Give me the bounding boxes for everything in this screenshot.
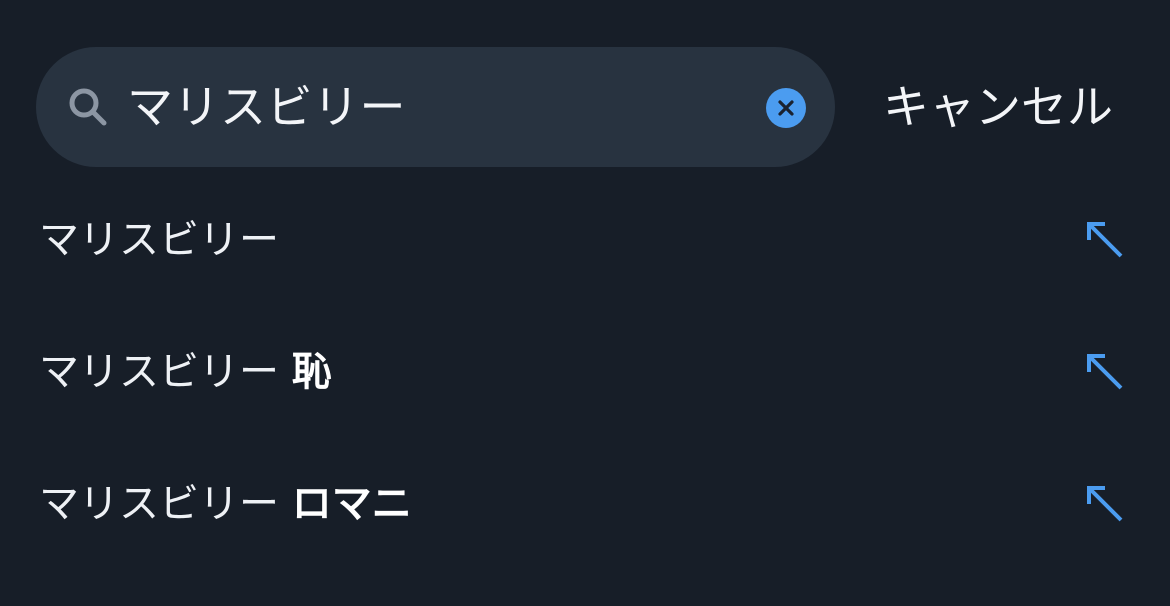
suggestion-completion: 恥 — [291, 349, 332, 395]
clear-icon — [778, 100, 794, 116]
suggestion-prefix: マリスビリー — [39, 481, 279, 527]
suggestion-item[interactable]: マリスビリー — [0, 174, 1170, 306]
suggestion-list: マリスビリー マリスビリー 恥 マリスビリー ロマニ — [0, 174, 1170, 570]
suggestion-item[interactable]: マリスビリー ロマニ — [0, 438, 1170, 570]
search-input[interactable] — [127, 47, 747, 167]
search-icon — [69, 88, 107, 126]
suggestion-label: マリスビリー 恥 — [39, 306, 332, 438]
suggestion-label: マリスビリー — [39, 174, 279, 306]
arrow-up-left-icon[interactable] — [1085, 484, 1125, 524]
clear-search-button[interactable] — [766, 88, 806, 128]
arrow-up-left-icon[interactable] — [1085, 220, 1125, 260]
arrow-up-left-icon[interactable] — [1085, 352, 1125, 392]
search-bar: キャンセル — [36, 47, 1170, 167]
suggestion-prefix: マリスビリー — [39, 217, 279, 263]
suggestion-prefix: マリスビリー — [39, 349, 279, 395]
suggestion-item[interactable]: マリスビリー 恥 — [0, 306, 1170, 438]
search-field[interactable] — [36, 47, 835, 167]
suggestion-label: マリスビリー ロマニ — [39, 438, 412, 570]
cancel-button[interactable]: キャンセル — [883, 47, 1123, 167]
suggestion-completion: ロマニ — [291, 481, 412, 527]
